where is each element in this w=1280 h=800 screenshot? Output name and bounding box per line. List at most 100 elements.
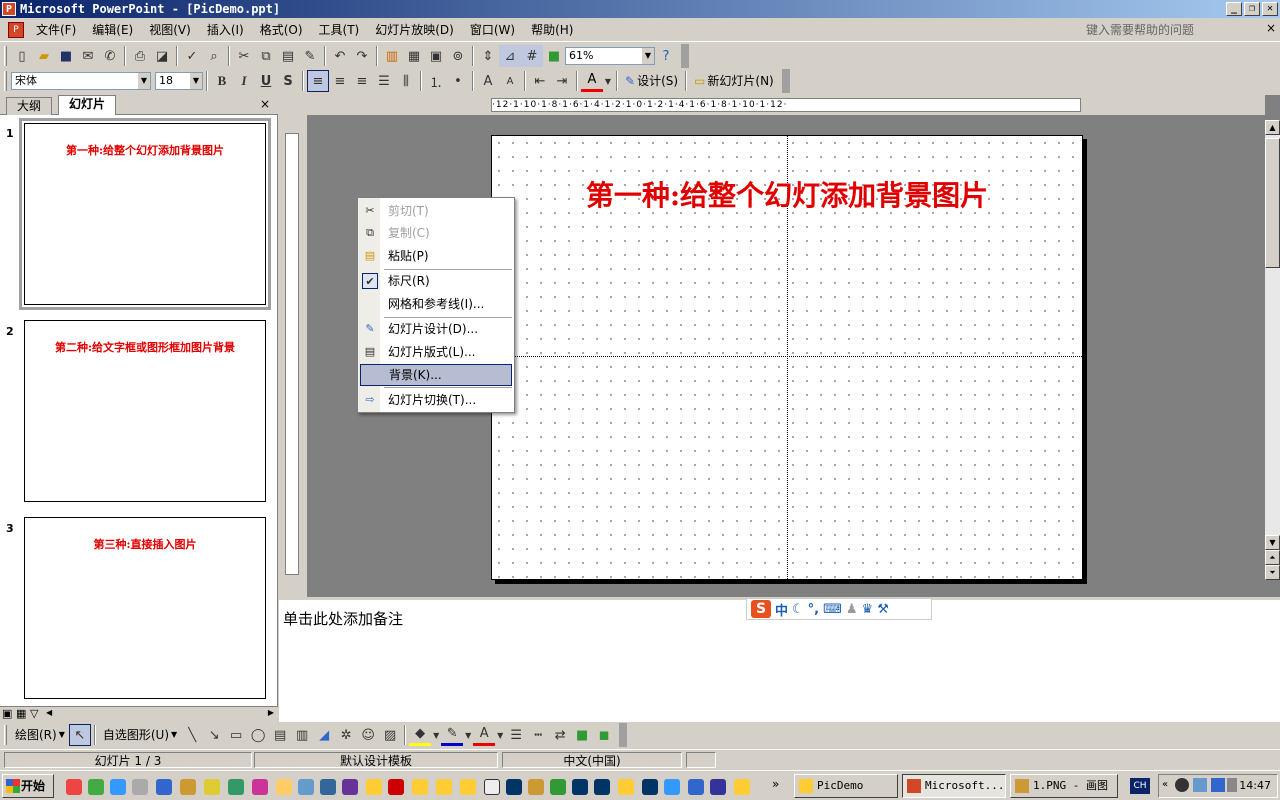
menu-item-cut[interactable]: ✂ 剪切(T) bbox=[360, 200, 512, 222]
vertical-scrollbar[interactable]: ▲ ▼ ⏶ ⏷ bbox=[1265, 120, 1280, 580]
vertical-textbox-icon[interactable]: ▥ bbox=[291, 724, 313, 746]
menu-slideshow[interactable]: 幻灯片放映(D) bbox=[367, 18, 462, 42]
paste-icon[interactable]: ▤ bbox=[277, 45, 299, 67]
app-icon[interactable] bbox=[664, 779, 680, 795]
wordart-icon[interactable]: ◢ bbox=[313, 724, 335, 746]
chevron-down-icon[interactable]: ▼ bbox=[190, 73, 202, 89]
scroll-right-icon[interactable]: ▶ bbox=[268, 708, 274, 717]
slide-thumbnail-3[interactable]: 第三种:直接插入图片 bbox=[24, 517, 266, 699]
app-icon[interactable] bbox=[572, 779, 588, 795]
toolbar-options-icon[interactable] bbox=[619, 723, 628, 747]
slide-sorter-icon[interactable]: ▦ bbox=[16, 707, 26, 720]
autoshapes-button[interactable]: 自选图形(U) ▼ bbox=[99, 724, 181, 746]
new-icon[interactable]: ▯ bbox=[11, 45, 33, 67]
app-icon[interactable] bbox=[156, 779, 172, 795]
line-color-icon[interactable]: ✎ bbox=[441, 724, 464, 746]
font-color-icon[interactable]: A bbox=[473, 724, 496, 746]
close-button[interactable]: ✕ bbox=[1262, 2, 1278, 16]
close-icon[interactable]: × bbox=[260, 97, 270, 111]
menu-view[interactable]: 视图(V) bbox=[141, 18, 199, 42]
clipart-icon[interactable]: ☺ bbox=[357, 724, 379, 746]
oval-icon[interactable]: ◯ bbox=[247, 724, 269, 746]
app-icon[interactable] bbox=[506, 779, 522, 795]
skin-icon[interactable]: ♛ bbox=[862, 602, 874, 617]
language-indicator[interactable]: CH bbox=[1130, 778, 1150, 794]
help-icon[interactable]: ? bbox=[655, 45, 677, 67]
line-icon[interactable]: ╲ bbox=[181, 724, 203, 746]
user-icon[interactable]: ♟ bbox=[846, 602, 858, 617]
font-size-combo[interactable]: 18 ▼ bbox=[155, 72, 203, 90]
qq-icon[interactable] bbox=[1175, 778, 1189, 792]
notes-placeholder[interactable]: 单击此处添加备注 bbox=[283, 608, 403, 629]
show-grid-icon[interactable]: # bbox=[521, 45, 543, 67]
app-icon[interactable] bbox=[252, 779, 268, 795]
minimize-button[interactable]: _ bbox=[1226, 2, 1242, 16]
expand-all-icon[interactable]: ⇕ bbox=[477, 45, 499, 67]
tab-outline[interactable]: 大纲 bbox=[6, 97, 53, 115]
task-button-paint[interactable]: 1.PNG - 画图 bbox=[1010, 774, 1118, 798]
volume-icon[interactable] bbox=[1227, 778, 1237, 792]
menu-item-paste[interactable]: ▤ 粘贴(P) bbox=[360, 245, 512, 267]
folder-icon[interactable] bbox=[460, 779, 476, 795]
wrench-icon[interactable]: ⚒ bbox=[877, 602, 889, 617]
browser-icon[interactable] bbox=[88, 779, 104, 795]
folder-icon[interactable] bbox=[734, 779, 750, 795]
slide-thumbnail-1[interactable]: 第一种:给整个幻灯添加背景图片 bbox=[19, 118, 271, 310]
app-icon[interactable] bbox=[320, 779, 336, 795]
arrow-style-icon[interactable]: ⇄ bbox=[549, 724, 571, 746]
research-icon[interactable]: ⌕ bbox=[203, 45, 225, 67]
format-painter-icon[interactable]: ✎ bbox=[299, 45, 321, 67]
increase-indent-icon[interactable]: ⇥ bbox=[551, 70, 573, 92]
decrease-font-icon[interactable]: A bbox=[499, 70, 521, 92]
app-icon[interactable] bbox=[484, 779, 500, 795]
folder-icon[interactable] bbox=[412, 779, 428, 795]
select-objects-icon[interactable]: ↖ bbox=[68, 724, 91, 746]
menu-window[interactable]: 窗口(W) bbox=[462, 18, 523, 42]
pane-horizontal-scrollbar[interactable]: ▣ ▦ ▽ ◀ ▶ bbox=[0, 706, 278, 722]
permission-icon[interactable]: ✉ bbox=[77, 45, 99, 67]
chevron-down-icon[interactable]: ▼ bbox=[495, 724, 505, 746]
align-left-icon[interactable]: ≡ bbox=[307, 70, 329, 92]
chrome-icon[interactable] bbox=[66, 779, 82, 795]
bold-button[interactable]: B bbox=[211, 70, 233, 92]
current-slide[interactable]: 第一种:给整个幻灯添加背景图片 bbox=[491, 135, 1083, 580]
previous-slide-icon[interactable]: ⏶ bbox=[1265, 550, 1280, 565]
punctuation-icon[interactable]: °, bbox=[808, 602, 819, 617]
dreamweaver-icon[interactable] bbox=[228, 779, 244, 795]
zoom-combo[interactable]: 61% ▼ bbox=[565, 47, 655, 65]
sogou-ime-icon[interactable]: S bbox=[751, 600, 771, 618]
moon-icon[interactable]: ☾ bbox=[792, 602, 804, 617]
app-icon[interactable] bbox=[642, 779, 658, 795]
toolbar-options-icon[interactable] bbox=[781, 69, 790, 93]
folder-icon[interactable] bbox=[618, 779, 634, 795]
menu-edit[interactable]: 编辑(E) bbox=[84, 18, 141, 42]
document-close-button[interactable]: × bbox=[1266, 21, 1276, 35]
slideshow-icon[interactable]: ▽ bbox=[30, 707, 38, 720]
scroll-left-icon[interactable]: ◀ bbox=[46, 708, 52, 717]
app-icon[interactable] bbox=[132, 779, 148, 795]
3d-style-icon[interactable]: ◼ bbox=[593, 724, 615, 746]
print-preview-icon[interactable]: ◪ bbox=[151, 45, 173, 67]
tab-slides[interactable]: 幻灯片 bbox=[58, 95, 117, 115]
menu-tools[interactable]: 工具(T) bbox=[311, 18, 368, 42]
ie-icon[interactable] bbox=[110, 779, 126, 795]
line-style-icon[interactable]: ☰ bbox=[505, 724, 527, 746]
diagram-icon[interactable]: ✲ bbox=[335, 724, 357, 746]
dash-style-icon[interactable]: ┅ bbox=[527, 724, 549, 746]
menu-insert[interactable]: 插入(I) bbox=[199, 18, 252, 42]
app-icon[interactable] bbox=[388, 779, 404, 795]
menu-item-slide-layout[interactable]: ▤ 幻灯片版式(L)... bbox=[360, 341, 512, 363]
status-template[interactable]: 默认设计模板 bbox=[254, 752, 498, 768]
spelling-icon[interactable]: ✓ bbox=[181, 45, 203, 67]
menu-help[interactable]: 帮助(H) bbox=[523, 18, 581, 42]
menu-item-slide-transition[interactable]: ⇨ 幻灯片切换(T)... bbox=[360, 389, 512, 411]
scroll-up-icon[interactable]: ▲ bbox=[1265, 120, 1280, 135]
word-icon[interactable] bbox=[710, 779, 726, 795]
start-button[interactable]: 开始 bbox=[2, 774, 54, 798]
chevron-down-icon[interactable]: ▼ bbox=[463, 724, 473, 746]
scroll-thumb[interactable] bbox=[1265, 138, 1280, 268]
chevron-down-icon[interactable]: ▼ bbox=[138, 73, 150, 89]
menu-item-slide-design[interactable]: ✎ 幻灯片设计(D)... bbox=[360, 318, 512, 340]
table-icon[interactable]: ▦ bbox=[403, 45, 425, 67]
print-icon[interactable]: ⎙ bbox=[129, 45, 151, 67]
